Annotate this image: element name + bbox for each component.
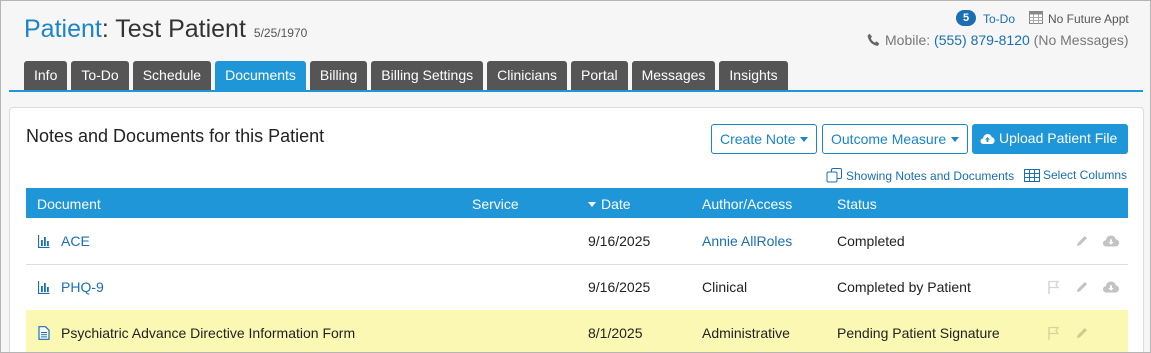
mobile-messages: (No Messages) [1033,32,1129,48]
outcome-measure-label: Outcome Measure [831,131,947,147]
cloud-upload-icon [980,134,995,144]
mobile-label: Mobile: [885,32,931,48]
column-document[interactable]: Document [37,196,101,212]
tab-billing[interactable]: Billing [309,61,368,90]
showing-notes-toggle[interactable]: Showing Notes and Documents [826,168,1014,183]
cloud-download-icon[interactable] [1102,279,1120,295]
column-date[interactable]: Date [588,196,631,212]
copy-documents-icon [826,168,842,183]
access-cell: Administrative [702,325,790,341]
chart-icon [38,235,50,248]
patient-header: Patient: Test Patient 5/25/1970 5 To-Do N… [1,1,1150,92]
patient-tabs: Info To-Do Schedule Documents Billing Bi… [24,61,788,91]
table-header: Document Service Date Author/Access Stat… [26,188,1128,218]
tab-documents[interactable]: Documents [215,61,306,90]
sort-desc-icon [588,202,596,207]
flag-icon[interactable] [1046,279,1062,295]
mobile-phone: Mobile: (555) 879-8120 (No Messages) [885,32,1129,48]
documents-panel: Notes and Documents for this Patient Cre… [9,107,1144,352]
status-cell: Completed [837,233,905,249]
tab-info[interactable]: Info [24,61,68,90]
table-row: PHQ-9 9/16/2025 Clinical Completed by Pa… [26,264,1128,311]
chart-icon [38,281,50,294]
create-note-button[interactable]: Create Note [711,124,818,154]
phone-icon [867,33,880,46]
showing-label: Showing Notes and Documents [846,169,1015,183]
patient-name: : Test Patient [101,15,246,43]
page-title: Patient: Test Patient 5/25/1970 [24,15,307,44]
upload-label: Upload Patient File [999,130,1118,146]
patient-dob: 5/25/1970 [253,26,308,40]
tab-todo[interactable]: To-Do [71,61,129,90]
app-frame: Patient: Test Patient 5/25/1970 5 To-Do N… [0,0,1151,353]
tab-clinicians[interactable]: Clinicians [487,61,568,90]
flag-icon[interactable] [1046,325,1062,341]
column-status[interactable]: Status [837,196,877,212]
column-author[interactable]: Author/Access [702,196,792,212]
tab-portal[interactable]: Portal [571,61,628,90]
calendar-icon [1029,11,1043,24]
tab-insights[interactable]: Insights [719,61,788,90]
status-cell: Pending Patient Signature [837,325,1000,341]
status-cell: Completed by Patient [837,279,971,295]
column-date-label: Date [601,196,631,212]
chevron-down-icon [800,137,809,142]
date-cell: 9/16/2025 [588,233,651,249]
table-row: Psychiatric Advance Directive Informatio… [26,310,1128,352]
document-link[interactable]: Psychiatric Advance Directive Informatio… [61,325,355,341]
tab-messages[interactable]: Messages [631,61,716,90]
table-row: ACE 9/16/2025 Annie AllRoles Completed [26,218,1128,265]
edit-pencil-icon[interactable] [1074,279,1090,295]
todo-count-badge[interactable]: 5 [956,10,977,26]
cloud-download-icon[interactable] [1102,233,1120,249]
document-link[interactable]: PHQ-9 [61,279,104,295]
tab-schedule[interactable]: Schedule [132,61,212,90]
chevron-down-icon [951,137,960,142]
document-icon [38,326,50,340]
create-note-label: Create Note [720,131,796,147]
select-columns-link[interactable]: Select Columns [1024,168,1127,182]
todo-link[interactable]: To-Do [983,12,1015,26]
column-service[interactable]: Service [472,196,519,212]
edit-pencil-icon[interactable] [1074,233,1090,249]
table-grid-icon [1024,169,1040,182]
author-link[interactable]: Annie AllRoles [702,233,792,249]
no-future-appt-text: No Future Appt [1048,12,1129,26]
access-cell: Clinical [702,279,748,295]
tab-billing-settings[interactable]: Billing Settings [371,61,484,90]
outcome-measure-button[interactable]: Outcome Measure [822,124,969,154]
document-link[interactable]: ACE [61,233,90,249]
mobile-number-link[interactable]: (555) 879-8120 [934,32,1030,48]
upload-patient-file-button[interactable]: Upload Patient File [972,124,1128,154]
date-cell: 9/16/2025 [588,279,651,295]
date-cell: 8/1/2025 [588,325,643,341]
panel-title: Notes and Documents for this Patient [26,126,325,146]
edit-pencil-icon[interactable] [1074,325,1090,341]
patient-label: Patient [24,15,102,43]
select-columns-label: Select Columns [1043,168,1128,182]
tab-underline [9,90,1143,92]
